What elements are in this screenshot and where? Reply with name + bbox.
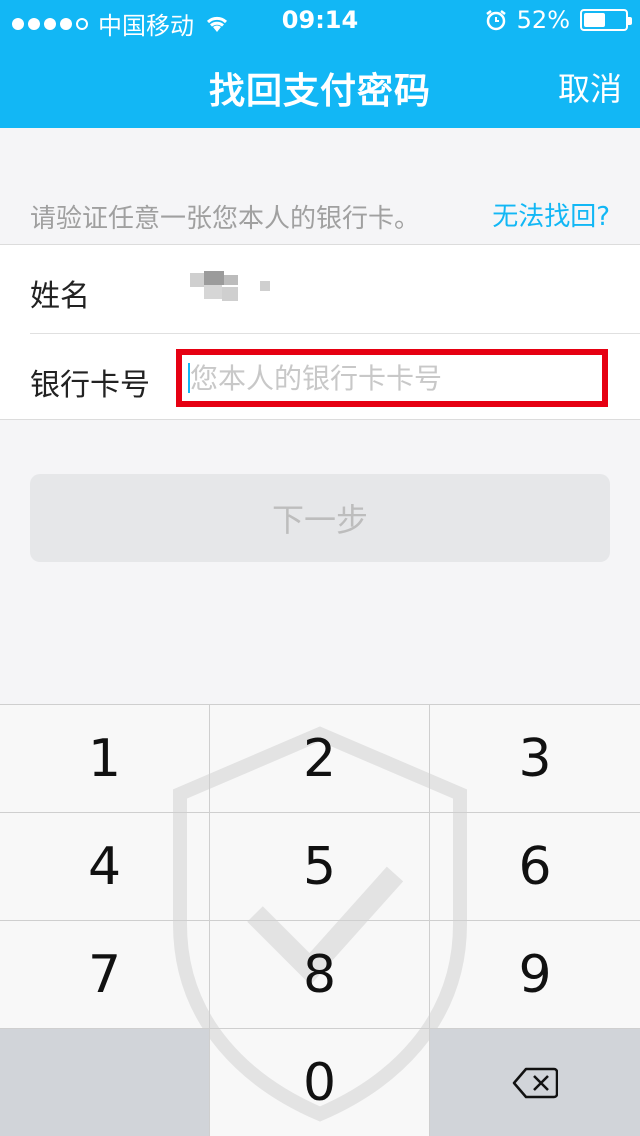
numeric-keypad: 1 2 3 4 5 6 7 8 9 0 — [0, 704, 640, 1136]
hint-text: 请验证任意一张您本人的银行卡。 — [30, 204, 421, 234]
key-4[interactable]: 4 — [0, 812, 210, 920]
card-number-input[interactable] — [182, 355, 602, 401]
key-9[interactable]: 9 — [430, 920, 640, 1028]
alarm-icon — [485, 10, 506, 31]
card-row: 银行卡号 — [30, 333, 640, 421]
name-label: 姓名 — [30, 279, 90, 314]
key-blank — [0, 1028, 210, 1136]
status-right: 52% — [485, 6, 632, 34]
hint-row: 请验证任意一张您本人的银行卡。 无法找回? — [0, 176, 640, 244]
key-6[interactable]: 6 — [430, 812, 640, 920]
cannot-recover-link[interactable]: 无法找回? — [492, 196, 610, 233]
status-bar: 中国移动 09:14 52% — [0, 0, 640, 40]
key-7[interactable]: 7 — [0, 920, 210, 1028]
card-number-label: 银行卡号 — [30, 368, 150, 403]
key-1[interactable]: 1 — [0, 704, 210, 812]
name-row: 姓名 — [0, 245, 640, 333]
key-2[interactable]: 2 — [210, 704, 430, 812]
next-step-button[interactable]: 下一步 — [30, 474, 610, 562]
page-title: 找回支付密码 — [208, 71, 431, 112]
key-5[interactable]: 5 — [210, 812, 430, 920]
card-input-highlight — [176, 349, 608, 407]
bank-card-form: 姓名 银行卡号 — [0, 244, 640, 420]
backspace-icon — [512, 1067, 558, 1098]
text-cursor — [188, 363, 190, 393]
nav-header: 中国移动 09:14 52% 找回支付密码 取消 — [0, 0, 640, 128]
battery-icon — [580, 9, 632, 31]
cancel-button[interactable]: 取消 — [558, 64, 622, 110]
key-8[interactable]: 8 — [210, 920, 430, 1028]
key-0[interactable]: 0 — [210, 1028, 430, 1136]
masked-name-value — [190, 271, 280, 301]
backspace-key[interactable] — [430, 1028, 640, 1136]
battery-percent: 52% — [516, 6, 570, 34]
key-3[interactable]: 3 — [430, 704, 640, 812]
